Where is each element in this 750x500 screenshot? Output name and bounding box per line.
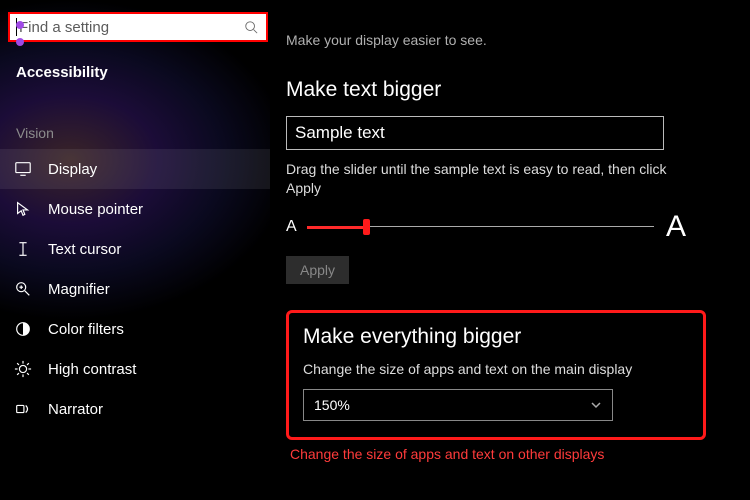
slider-thumb[interactable]: [363, 219, 370, 235]
slider-label-big: A: [666, 210, 686, 244]
search-icon: [244, 20, 258, 34]
slider-label-small: A: [286, 218, 297, 236]
sidebar-item-color-filters[interactable]: Color filters: [0, 309, 270, 349]
highlight-dot: [16, 21, 24, 29]
color-filters-icon: [14, 320, 32, 338]
sidebar-item-narrator[interactable]: Narrator: [0, 389, 270, 429]
slider-instruction: Drag the slider until the sample text is…: [286, 160, 686, 198]
search-container: Find a setting: [0, 0, 270, 48]
highlight-dot: [16, 38, 24, 46]
sample-text-box: Sample text: [286, 116, 664, 150]
sidebar-item-label: Mouse pointer: [48, 201, 143, 218]
intro-text: Make your display easier to see.: [286, 32, 722, 48]
mouse-pointer-icon: [14, 200, 32, 218]
apply-button[interactable]: Apply: [286, 256, 349, 284]
sidebar-item-mouse-pointer[interactable]: Mouse pointer: [0, 189, 270, 229]
everything-bigger-description: Change the size of apps and text on the …: [303, 361, 689, 377]
narrator-icon: [14, 400, 32, 418]
heading-make-everything-bigger: Make everything bigger: [303, 325, 689, 349]
search-input[interactable]: Find a setting: [8, 12, 268, 42]
chevron-down-icon: [590, 399, 602, 411]
heading-make-text-bigger: Make text bigger: [286, 78, 722, 102]
main-content: Make your display easier to see. Make te…: [270, 0, 750, 500]
slider-empty-track: [367, 226, 654, 227]
sidebar-item-label: Color filters: [48, 321, 124, 338]
text-size-slider[interactable]: [307, 225, 654, 229]
sidebar-item-label: Text cursor: [48, 241, 121, 258]
sidebar-item-label: High contrast: [48, 361, 136, 378]
sidebar-title: Accessibility: [0, 48, 270, 89]
make-everything-bigger-section: Make everything bigger Change the size o…: [286, 310, 706, 440]
sidebar-item-display[interactable]: Display: [0, 149, 270, 189]
search-placeholder: Find a setting: [19, 19, 109, 36]
sidebar-item-high-contrast[interactable]: High contrast: [0, 349, 270, 389]
text-size-slider-row: A A: [286, 210, 686, 244]
sidebar-item-magnifier[interactable]: Magnifier: [0, 269, 270, 309]
magnifier-icon: [14, 280, 32, 298]
text-cursor-icon: [14, 240, 32, 258]
sidebar: Find a setting Accessibility Vision Disp…: [0, 0, 270, 500]
sidebar-section-label: Vision: [0, 89, 270, 149]
scale-dropdown-value: 150%: [314, 397, 350, 413]
display-icon: [14, 160, 32, 178]
high-contrast-icon: [14, 360, 32, 378]
sidebar-item-label: Display: [48, 161, 97, 178]
scale-dropdown[interactable]: 150%: [303, 389, 613, 421]
other-displays-link[interactable]: Change the size of apps and text on othe…: [290, 446, 722, 462]
sidebar-item-text-cursor[interactable]: Text cursor: [0, 229, 270, 269]
sidebar-item-label: Magnifier: [48, 281, 110, 298]
sidebar-item-label: Narrator: [48, 401, 103, 418]
slider-filled-track: [307, 226, 367, 229]
